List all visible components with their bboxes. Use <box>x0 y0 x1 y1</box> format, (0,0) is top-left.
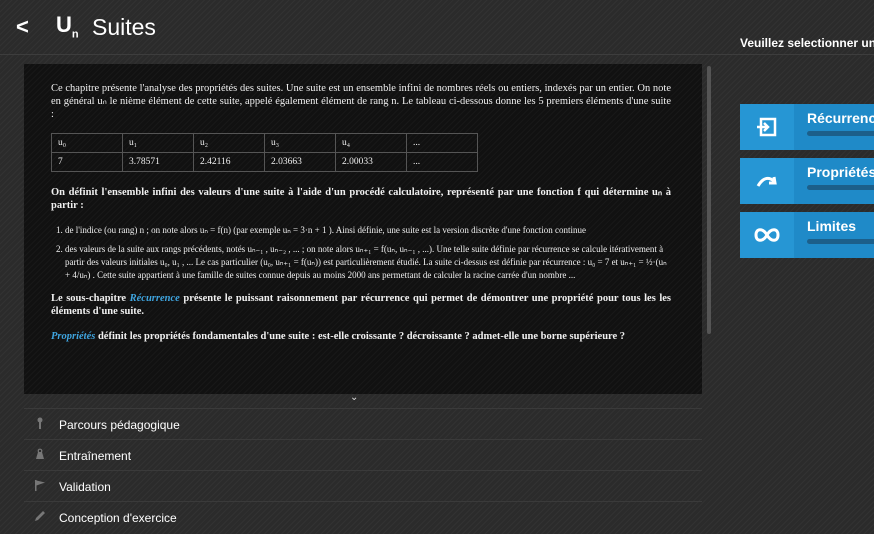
table-cell: 7 <box>51 152 123 172</box>
menu-label: Entraînement <box>59 449 132 463</box>
sequence-icon-letter: U <box>56 12 72 37</box>
list-item: de l'indice (ou rang) n ; on note alors … <box>65 224 671 237</box>
weight-icon <box>36 448 44 459</box>
pin-icon <box>37 417 43 429</box>
scroll-down-chevron-icon[interactable]: ⌄ <box>350 392 358 403</box>
menu-parcours[interactable]: Parcours pédagogique <box>24 408 702 440</box>
table-header-cell: u₄ <box>335 133 407 153</box>
proprietes-link[interactable]: Propriétés <box>51 331 95 342</box>
card-recurrence[interactable]: Récurrence <box>740 104 874 150</box>
table-header-cell: ... <box>406 133 478 153</box>
table-row: 7 3.78571 2.42116 2.03663 2.00033 ... <box>51 152 478 172</box>
definition-paragraph: On définit l'ensemble infini des valeurs… <box>51 187 671 211</box>
menu-label: Validation <box>59 480 111 494</box>
definition-list: de l'indice (ou rang) n ; on note alors … <box>51 224 671 282</box>
recurrence-pre: Le sous-chapitre <box>51 293 130 304</box>
table-header-cell: u₁ <box>122 133 194 153</box>
card-progress-bar <box>807 131 874 136</box>
intro-paragraph: Ce chapitre présente l'analyse des propr… <box>51 83 671 120</box>
menu-label: Parcours pédagogique <box>59 418 180 432</box>
table-cell: 2.00033 <box>335 152 407 172</box>
content-panel: Ce chapitre présente l'analyse des propr… <box>24 64 702 394</box>
card-progress-bar <box>807 185 874 190</box>
table-header-cell: u₃ <box>264 133 336 153</box>
table-cell: 3.78571 <box>122 152 194 172</box>
table-cell: 2.03663 <box>264 152 336 172</box>
recurrence-paragraph: Le sous-chapitre Récurrence présente le … <box>51 292 671 318</box>
table-header-cell: u₂ <box>193 133 265 153</box>
page-title: Suites <box>92 14 156 40</box>
table-cell: 2.42116 <box>193 152 265 172</box>
menu-entrainement[interactable]: Entraînement <box>24 439 702 471</box>
list-item: des valeurs de la suite aux rangs précéd… <box>65 243 671 282</box>
infinity-icon <box>740 212 794 258</box>
menu-validation[interactable]: Validation <box>24 470 702 502</box>
recurrence-link[interactable]: Récurrence <box>130 293 180 304</box>
recurrence-icon <box>740 104 794 150</box>
card-limites[interactable]: Limites <box>740 212 874 258</box>
card-progress-bar <box>807 239 874 244</box>
card-proprietes[interactable]: Propriétés <box>740 158 874 204</box>
flag-icon <box>35 480 45 491</box>
trend-arrow-icon <box>740 158 794 204</box>
header-bar: < Un Suites Veuillez selectionner un sc <box>0 0 874 55</box>
select-prompt: Veuillez selectionner un sc <box>740 36 874 50</box>
proprietes-post: définit les propriétés fondamentales d'u… <box>95 331 626 342</box>
content-scrollbar[interactable] <box>707 66 711 334</box>
table-header-row: u₀ u₁ u₂ u₃ u₄ ... <box>51 133 478 153</box>
proprietes-paragraph: Propriétés définit les propriétés fondam… <box>51 330 671 343</box>
table-cell: ... <box>406 152 478 172</box>
chapter-text: Ce chapitre présente l'analyse des propr… <box>51 82 671 355</box>
back-chevron-icon[interactable]: < <box>16 14 36 40</box>
card-label: Limites <box>807 218 857 234</box>
table-header-cell: u₀ <box>51 133 123 153</box>
pencil-icon <box>35 511 45 521</box>
values-table: u₀ u₁ u₂ u₃ u₄ ... 7 3.78571 2.42116 2.0… <box>51 133 478 172</box>
menu-label: Conception d'exercice <box>59 511 177 525</box>
menu-conception[interactable]: Conception d'exercice <box>24 501 702 533</box>
card-label: Propriétés <box>807 164 874 180</box>
card-label: Récurrence <box>807 110 874 126</box>
sequence-icon: Un <box>56 12 79 40</box>
sequence-icon-sub: n <box>71 28 79 41</box>
